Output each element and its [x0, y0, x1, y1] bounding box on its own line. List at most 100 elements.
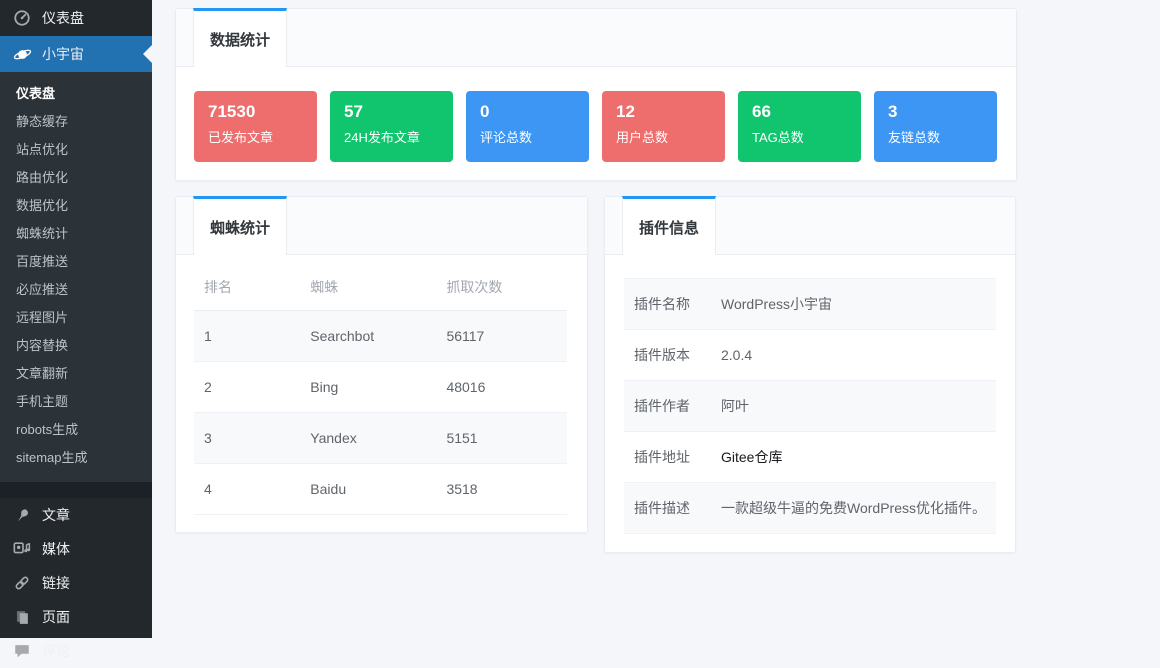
- submenu-item[interactable]: 必应推送: [0, 276, 152, 304]
- sidebar-item[interactable]: 页面: [0, 600, 152, 634]
- table-row: 4 Baidu 3518: [194, 464, 567, 515]
- plugin-info-row: 插件名称 WordPress小宇宙: [624, 279, 996, 330]
- spider-table: 排名 蜘蛛 抓取次数 1 Searchbot 56117 2 Bing 4801…: [194, 263, 567, 515]
- plugin-info-value: 一款超级牛逼的免费WordPress优化插件。: [721, 498, 986, 518]
- sidebar-item-label: 媒体: [42, 539, 70, 559]
- submenu-item[interactable]: sitemap生成: [0, 444, 152, 472]
- cell-rank: 1: [194, 328, 300, 344]
- submenu-item[interactable]: robots生成: [0, 416, 152, 444]
- sidebar-item[interactable]: 媒体: [0, 532, 152, 566]
- submenu-item[interactable]: 站点优化: [0, 136, 152, 164]
- stat-card-value: 3: [888, 102, 997, 122]
- plugin-tabbar: 插件信息: [605, 197, 1015, 255]
- stat-card-value: 0: [480, 102, 589, 122]
- stat-card-label: 用户总数: [616, 127, 725, 146]
- sidebar-item[interactable]: 链接: [0, 566, 152, 600]
- stat-card: 71530 已发布文章: [194, 91, 317, 162]
- plugin-info-label: 插件版本: [624, 345, 721, 365]
- stat-card-label: 已发布文章: [208, 127, 317, 146]
- plugin-info-value: WordPress小宇宙: [721, 294, 832, 314]
- submenu-item[interactable]: 文章翻新: [0, 360, 152, 388]
- stat-card-value: 66: [752, 102, 861, 122]
- submenu-item[interactable]: 百度推送: [0, 248, 152, 276]
- sidebar-item-label: 页面: [42, 607, 70, 627]
- stats-tabbar: 数据统计: [176, 9, 1016, 67]
- spider-tabbar: 蜘蛛统计: [176, 197, 587, 255]
- main-content: 数据统计 71530 已发布文章 57 24H发布文章 0 评论总数 12 用户…: [152, 0, 1160, 638]
- media-icon: [12, 539, 32, 559]
- submenu-item[interactable]: 仪表盘: [0, 80, 152, 108]
- tab-spider-statistics[interactable]: 蜘蛛统计: [193, 196, 287, 255]
- stat-card: 0 评论总数: [466, 91, 589, 162]
- sidebar-item[interactable]: 评论: [0, 634, 152, 668]
- tab-plugin-info[interactable]: 插件信息: [622, 196, 716, 255]
- tab-data-statistics[interactable]: 数据统计: [193, 8, 287, 67]
- sidebar-submenu: 仪表盘静态缓存站点优化路由优化数据优化蜘蛛统计百度推送必应推送远程图片内容替换文…: [0, 72, 152, 482]
- stats-panel: 数据统计 71530 已发布文章 57 24H发布文章 0 评论总数 12 用户…: [175, 8, 1017, 181]
- submenu-item[interactable]: 数据优化: [0, 192, 152, 220]
- plugin-info-label: 插件描述: [624, 498, 721, 518]
- sidebar-item-label: 仪表盘: [42, 8, 84, 28]
- stat-card: 66 TAG总数: [738, 91, 861, 162]
- submenu-item[interactable]: 内容替换: [0, 332, 152, 360]
- sidebar-item-label: 文章: [42, 505, 70, 525]
- link-icon: [12, 573, 32, 593]
- stat-cards: 71530 已发布文章 57 24H发布文章 0 评论总数 12 用户总数 66…: [176, 67, 1016, 162]
- plugin-info-row: 插件作者 阿叶: [624, 381, 996, 432]
- sidebar-item-label: 小宇宙: [42, 44, 84, 64]
- stat-card-value: 57: [344, 102, 453, 122]
- stat-card: 57 24H发布文章: [330, 91, 453, 162]
- stat-card-value: 71530: [208, 102, 317, 122]
- sidebar-item[interactable]: 文章: [0, 498, 152, 532]
- spider-panel: 蜘蛛统计 排名 蜘蛛 抓取次数 1 Searchbot 56117 2: [175, 196, 588, 533]
- submenu-item[interactable]: 远程图片: [0, 304, 152, 332]
- submenu-item[interactable]: 手机主题: [0, 388, 152, 416]
- spider-table-header: 排名 蜘蛛 抓取次数: [194, 263, 567, 311]
- sidebar: 仪表盘 小宇宙 仪表盘静态缓存站点优化路由优化数据优化蜘蛛统计百度推送必应推送远…: [0, 0, 152, 638]
- plugin-info-value: Gitee仓库: [721, 447, 782, 467]
- cell-rank: 2: [194, 379, 300, 395]
- cell-spider: Bing: [300, 379, 436, 395]
- stat-card-label: 24H发布文章: [344, 127, 453, 146]
- stat-card: 3 友链总数: [874, 91, 997, 162]
- sidebar-item[interactable]: 小宇宙: [0, 36, 152, 72]
- col-crawl-count: 抓取次数: [436, 277, 567, 297]
- comments-icon: [12, 641, 32, 661]
- sidebar-item-label: 链接: [42, 573, 70, 593]
- table-row: 1 Searchbot 56117: [194, 311, 567, 362]
- submenu-item[interactable]: 蜘蛛统计: [0, 220, 152, 248]
- cell-spider: Yandex: [300, 430, 436, 446]
- stat-card-label: 评论总数: [480, 127, 589, 146]
- cell-crawl-count: 5151: [436, 430, 567, 446]
- submenu-item[interactable]: 静态缓存: [0, 108, 152, 136]
- stat-card-label: 友链总数: [888, 127, 997, 146]
- sidebar-bottom-menu: 文章 媒体 链接 页面 评论: [0, 498, 152, 668]
- spider-table-body: 1 Searchbot 56117 2 Bing 48016 3 Yandex …: [194, 311, 567, 515]
- plugin-info-row: 插件描述 一款超级牛逼的免费WordPress优化插件。: [624, 483, 996, 534]
- plugin-info-value: 2.0.4: [721, 347, 752, 363]
- sidebar-item-label: 评论: [42, 641, 70, 661]
- plugin-info-row: 插件版本 2.0.4: [624, 330, 996, 381]
- sidebar-item[interactable]: 仪表盘: [0, 0, 152, 36]
- cell-crawl-count: 48016: [436, 379, 567, 395]
- sidebar-top-menu: 仪表盘 小宇宙: [0, 0, 152, 72]
- cell-crawl-count: 56117: [436, 328, 567, 344]
- stat-card: 12 用户总数: [602, 91, 725, 162]
- plugin-info-table: 插件名称 WordPress小宇宙 插件版本 2.0.4 插件作者 阿叶 插件地…: [624, 278, 996, 534]
- dashboard-icon: [12, 8, 32, 28]
- stat-card-label: TAG总数: [752, 127, 861, 146]
- plugin-info-label: 插件作者: [624, 396, 721, 416]
- plugin-info-row: 插件地址 Gitee仓库: [624, 432, 996, 483]
- submenu-item[interactable]: 路由优化: [0, 164, 152, 192]
- col-rank: 排名: [194, 277, 300, 297]
- plugin-info-label: 插件地址: [624, 447, 721, 467]
- cell-crawl-count: 3518: [436, 481, 567, 497]
- cell-spider: Baidu: [300, 481, 436, 497]
- plugin-panel: 插件信息 插件名称 WordPress小宇宙 插件版本 2.0.4 插件作者 阿…: [604, 196, 1016, 553]
- pin-icon: [12, 505, 32, 525]
- planet-icon: [12, 44, 32, 64]
- cell-rank: 4: [194, 481, 300, 497]
- menu-divider: [0, 482, 152, 498]
- table-row: 3 Yandex 5151: [194, 413, 567, 464]
- cell-spider: Searchbot: [300, 328, 436, 344]
